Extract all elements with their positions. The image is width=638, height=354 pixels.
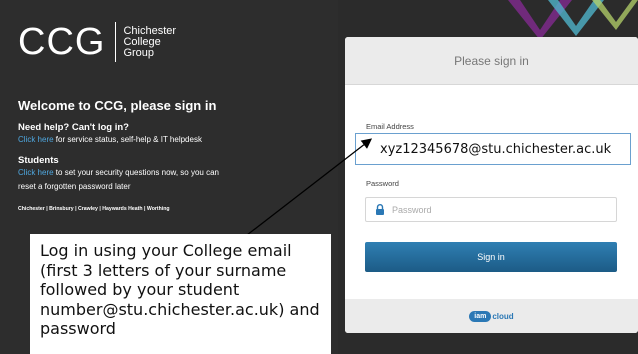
iamcloud-logo-badge: iam (469, 310, 492, 322)
logo-line: College (123, 35, 161, 48)
instruction-callout: Log in using your College email (first 3… (30, 234, 331, 354)
ccg-logo: CCG Chichester College Group (18, 22, 176, 62)
decorative-chevrons (508, 0, 638, 40)
students-heading: Students (18, 155, 59, 166)
password-placeholder: Password (392, 204, 432, 215)
students-link[interactable]: Click here (18, 168, 54, 177)
logo-line: Group (123, 46, 155, 59)
students-text-continued: reset a forgotten password later (18, 182, 131, 191)
password-field[interactable]: Password (365, 197, 617, 222)
lock-icon (376, 204, 384, 215)
sign-in-button[interactable]: Sign in (365, 242, 617, 272)
email-field[interactable]: xyz12345678@stu.chichester.ac.uk (355, 133, 631, 165)
students-text: Click here to set your security question… (18, 168, 219, 177)
campus-list: Chichester | Brinsbury | Crawley | Haywa… (18, 206, 170, 212)
students-description: to set your security questions now, so y… (53, 168, 219, 177)
logo-line: Chichester (123, 24, 177, 37)
card-title: Please sign in (345, 37, 638, 85)
logo-college-name: Chichester College Group (123, 24, 177, 59)
help-description: for service status, self-help & IT helpd… (53, 135, 202, 144)
sign-in-card: Please sign in Email Address xyz12345678… (345, 37, 638, 333)
logo-divider (115, 22, 117, 62)
help-heading: Need help? Can't log in? (18, 122, 129, 133)
iamcloud-logo-text: cloud (492, 311, 514, 321)
card-footer: iam cloud (345, 299, 638, 333)
password-label: Password (366, 179, 399, 188)
email-label: Email Address (366, 122, 414, 131)
help-text: Click here for service status, self-help… (18, 135, 202, 144)
welcome-heading: Welcome to CCG, please sign in (18, 98, 217, 113)
help-link[interactable]: Click here (18, 135, 54, 144)
logo-text: CCG (18, 21, 106, 63)
